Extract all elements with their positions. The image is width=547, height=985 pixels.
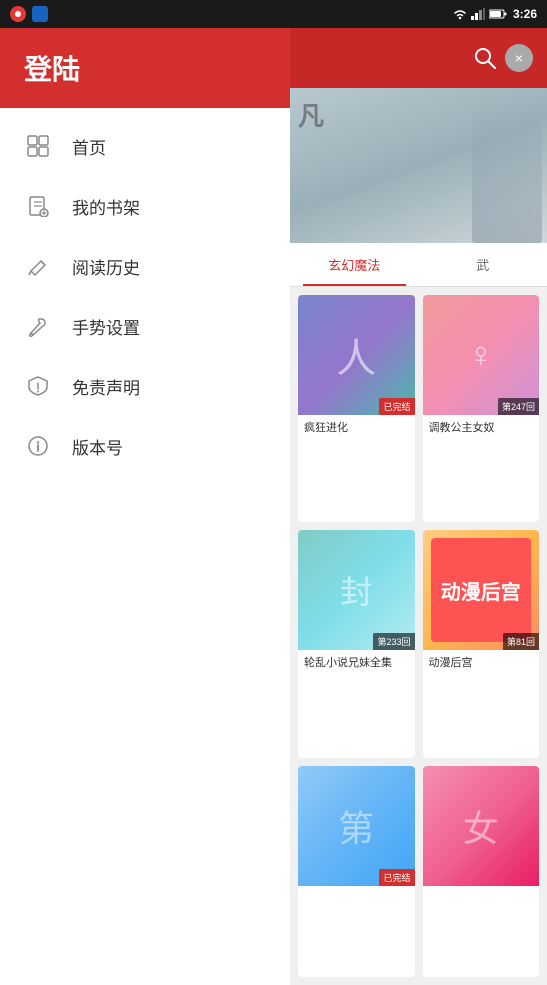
status-bar-right: 3:26 <box>453 7 537 21</box>
book-card-1[interactable]: 人 已完结 疯狂进化 <box>298 295 415 522</box>
content-area: × 凡 玄幻魔法 武 人 已完结 <box>290 28 547 985</box>
drawer-item-disclaimer[interactable]: 免责声明 <box>0 356 290 416</box>
book-icon <box>24 192 52 220</box>
drawer-menu: 首页 我的书架 <box>0 108 290 985</box>
book-cover-2: ♀ 第247回 <box>423 295 540 415</box>
book-cover-1: 人 已完结 <box>298 295 415 415</box>
book-card-6[interactable]: 女 <box>423 766 540 977</box>
book-badge-4: 第81回 <box>503 633 539 650</box>
main-container: × 凡 玄幻魔法 武 人 已完结 <box>0 28 547 985</box>
book-grid: 人 已完结 疯狂进化 ♀ 第247回 调教公主女奴 封 第233回 轮乱小说兄 <box>290 287 547 985</box>
drawer-label-version: 版本号 <box>72 434 123 459</box>
drawer: 登陆 首页 <box>0 28 290 985</box>
book-title-6 <box>423 886 540 894</box>
battery-icon <box>489 9 507 19</box>
close-button[interactable]: × <box>505 44 533 72</box>
app-icon-red <box>10 6 26 22</box>
info-icon <box>24 432 52 460</box>
book-title-4: 动漫后宫 <box>423 650 540 674</box>
drawer-label-disclaimer: 免责声明 <box>72 374 140 399</box>
drawer-item-home[interactable]: 首页 <box>0 116 290 176</box>
drawer-label-home: 首页 <box>72 134 106 159</box>
drawer-header: 登陆 <box>0 28 290 108</box>
book-title-5 <box>298 886 415 894</box>
drawer-title: 登陆 <box>24 48 80 88</box>
book-cover-4: 动漫后宫 第81回 <box>423 530 540 650</box>
app-icon-blue <box>32 6 48 22</box>
grid-icon <box>24 132 52 160</box>
book-badge-1: 已完结 <box>379 398 414 415</box>
wrench-icon <box>24 312 52 340</box>
book-title-1: 疯狂进化 <box>298 415 415 439</box>
drawer-label-history: 阅读历史 <box>72 254 140 279</box>
drawer-item-shelf[interactable]: 我的书架 <box>0 176 290 236</box>
status-bar-left <box>10 6 48 22</box>
drawer-item-history[interactable]: 阅读历史 <box>0 236 290 296</box>
content-header: × <box>290 28 547 88</box>
wifi-icon <box>453 8 467 20</box>
tab-xuanhuan[interactable]: 玄幻魔法 <box>290 243 419 286</box>
book-card-4[interactable]: 动漫后宫 第81回 动漫后宫 <box>423 530 540 757</box>
tabs-bar: 玄幻魔法 武 <box>290 243 547 287</box>
book-cover-5: 第 已完结 <box>298 766 415 886</box>
book-cover-6: 女 <box>423 766 540 886</box>
drawer-label-gesture: 手势设置 <box>72 314 140 339</box>
book-title-2: 调教公主女奴 <box>423 415 540 439</box>
time-display: 3:26 <box>513 7 537 21</box>
status-bar: 3:26 <box>0 0 547 28</box>
book-card-5[interactable]: 第 已完结 <box>298 766 415 977</box>
book-title-3: 轮乱小说兄妹全集 <box>298 650 415 674</box>
drawer-item-gesture[interactable]: 手势设置 <box>0 296 290 356</box>
book-cover-3: 封 第233回 <box>298 530 415 650</box>
book-badge-2: 第247回 <box>498 398 539 415</box>
drawer-label-shelf: 我的书架 <box>72 194 140 219</box>
signal-icon <box>471 8 485 20</box>
banner-text: 凡 <box>298 96 324 133</box>
book-badge-3: 第233回 <box>373 633 414 650</box>
pen-icon <box>24 252 52 280</box>
book-card-3[interactable]: 封 第233回 轮乱小说兄妹全集 <box>298 530 415 757</box>
banner-area: 凡 <box>290 88 547 243</box>
shield-icon <box>24 372 52 400</box>
drawer-item-version[interactable]: 版本号 <box>0 416 290 476</box>
tab-wu[interactable]: 武 <box>419 243 547 286</box>
book-badge-5: 已完结 <box>379 869 414 886</box>
search-icon[interactable] <box>473 46 497 70</box>
book-card-2[interactable]: ♀ 第247回 调教公主女奴 <box>423 295 540 522</box>
